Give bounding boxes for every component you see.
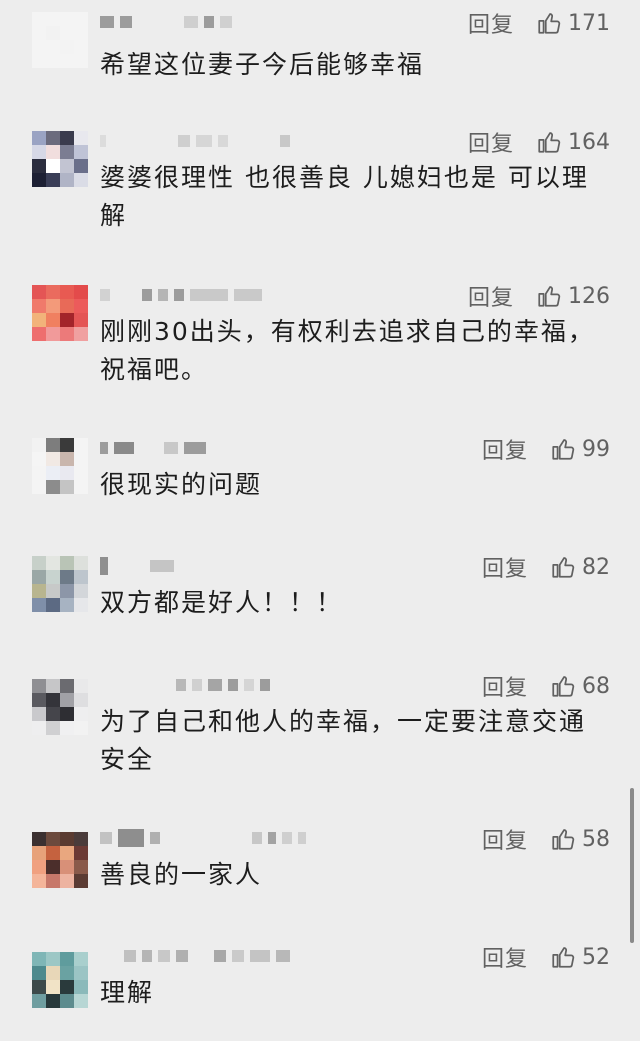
comment-actions: 回复 68 <box>482 669 610 703</box>
like-count: 99 <box>582 436 610 462</box>
like-count: 82 <box>582 554 610 580</box>
thumbs-up-icon <box>538 132 561 153</box>
username-redacted[interactable] <box>100 438 206 458</box>
like-button[interactable]: 164 <box>536 129 610 155</box>
avatar[interactable] <box>32 131 88 187</box>
comment-text: 为了自己和他人的幸福，一定要注意交通安全 <box>100 707 587 774</box>
comment-actions: 回复 99 <box>482 432 610 466</box>
comment-text: 很现实的问题 <box>100 470 263 499</box>
comment-text: 双方都是好人！！！ <box>100 588 344 617</box>
like-button[interactable]: 171 <box>536 10 610 36</box>
avatar[interactable] <box>32 285 88 341</box>
reply-button[interactable]: 回复 <box>482 670 528 702</box>
like-button[interactable]: 68 <box>550 673 610 699</box>
thumbs-up-icon <box>552 676 575 697</box>
comment-item: 回复 99 很现实的问题 <box>0 432 640 502</box>
reply-button[interactable]: 回复 <box>468 126 514 158</box>
comment-item: 回复 58 善良的一家人 <box>0 822 640 892</box>
scrollbar[interactable] <box>630 788 634 943</box>
comment-actions: 回复 58 <box>482 822 610 856</box>
avatar[interactable] <box>32 952 88 1008</box>
thumbs-up-icon <box>552 947 575 968</box>
comment-actions: 回复 126 <box>468 279 610 313</box>
like-count: 164 <box>568 129 610 155</box>
avatar[interactable] <box>32 12 88 68</box>
username-redacted[interactable] <box>100 285 262 305</box>
username-redacted[interactable] <box>100 828 306 848</box>
reply-button[interactable]: 回复 <box>482 941 528 973</box>
comment-actions: 回复 52 <box>482 940 610 974</box>
username-redacted[interactable] <box>100 946 290 966</box>
username-redacted[interactable] <box>100 675 270 695</box>
like-count: 126 <box>568 283 610 309</box>
like-count: 171 <box>568 10 610 36</box>
like-button[interactable]: 99 <box>550 436 610 462</box>
comment-text: 理解 <box>100 978 155 1007</box>
reply-button[interactable]: 回复 <box>468 280 514 312</box>
thumbs-up-icon <box>552 829 575 850</box>
comment-actions: 回复 82 <box>482 550 610 584</box>
like-count: 68 <box>582 673 610 699</box>
avatar[interactable] <box>32 832 88 888</box>
reply-button[interactable]: 回复 <box>482 551 528 583</box>
thumbs-up-icon <box>538 286 561 307</box>
comment-actions: 回复 164 <box>468 125 610 159</box>
reply-button[interactable]: 回复 <box>468 7 514 39</box>
like-count: 52 <box>582 944 610 970</box>
username-redacted[interactable] <box>100 12 232 32</box>
comment-item: 回复 171 希望这位妻子今后能够幸福 <box>0 6 640 79</box>
comment-item: 回复 52 理解 <box>0 940 640 1020</box>
comment-text: 希望这位妻子今后能够幸福 <box>100 50 425 79</box>
comment-item: 回复 164 婆婆很理性 也很善良 儿媳妇也是 可以理解 <box>0 125 640 235</box>
reply-button[interactable]: 回复 <box>482 823 528 855</box>
reply-button[interactable]: 回复 <box>482 433 528 465</box>
like-button[interactable]: 82 <box>550 554 610 580</box>
comment-text: 善良的一家人 <box>100 860 263 889</box>
thumbs-up-icon <box>552 439 575 460</box>
avatar[interactable] <box>32 556 88 612</box>
avatar[interactable] <box>32 679 88 735</box>
username-redacted[interactable] <box>100 556 174 576</box>
comment-item: 回复 82 双方都是好人！！！ <box>0 550 640 620</box>
thumbs-up-icon <box>538 13 561 34</box>
comment-item: 回复 68 为了自己和他人的幸福，一定要注意交通安全 <box>0 669 640 779</box>
like-button[interactable]: 52 <box>550 944 610 970</box>
thumbs-up-icon <box>552 557 575 578</box>
comment-text: 刚刚30出头，有权利去追求自己的幸福，祝福吧。 <box>100 317 595 384</box>
like-button[interactable]: 126 <box>536 283 610 309</box>
avatar[interactable] <box>32 438 88 494</box>
username-redacted[interactable] <box>100 131 290 151</box>
comment-item: 回复 126 刚刚30出头，有权利去追求自己的幸福，祝福吧。 <box>0 279 640 389</box>
comment-text: 婆婆很理性 也很善良 儿媳妇也是 可以理解 <box>100 163 589 230</box>
like-count: 58 <box>582 826 610 852</box>
comment-actions: 回复 171 <box>468 6 610 40</box>
like-button[interactable]: 58 <box>550 826 610 852</box>
